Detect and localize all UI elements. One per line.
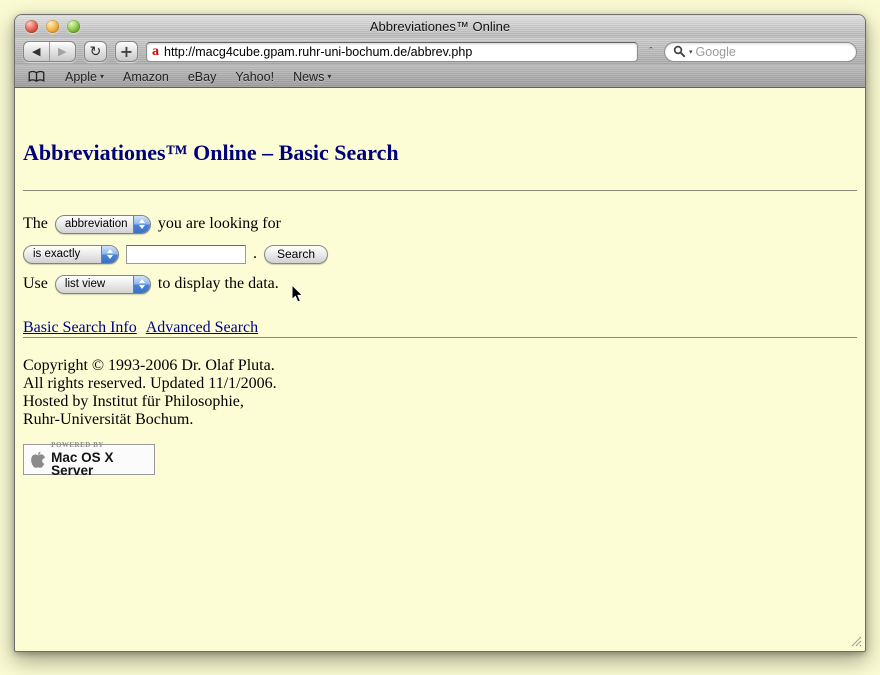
copyright-line: Ruhr-Universität Bochum. bbox=[23, 411, 857, 429]
field-select-value: abbreviation bbox=[65, 218, 131, 230]
url-text: http://macg4cube.gpam.ruhr-uni-bochum.de… bbox=[164, 45, 472, 59]
form-row-field: The abbreviation you are looking for bbox=[23, 214, 857, 234]
select-arrows-icon bbox=[133, 216, 150, 233]
add-bookmark-button[interactable]: + bbox=[115, 41, 138, 62]
bookmarks-bar: Apple▾ Amazon eBay Yahoo! News▾ bbox=[15, 66, 865, 88]
label-display-data: to display the data. bbox=[158, 275, 279, 293]
page-title: Abbreviationes™ Online – Basic Search bbox=[23, 140, 857, 166]
autofill-caret-icon[interactable]: ˆ bbox=[646, 46, 656, 58]
window-controls bbox=[25, 20, 80, 33]
divider bbox=[23, 190, 857, 191]
label-use: Use bbox=[23, 275, 48, 293]
bookmark-label: Amazon bbox=[123, 70, 169, 84]
site-favicon: a bbox=[152, 45, 159, 59]
label-looking-for: you are looking for bbox=[158, 215, 281, 233]
bookmark-label: Apple bbox=[65, 70, 97, 84]
period-text: . bbox=[253, 245, 257, 263]
view-select[interactable]: list view bbox=[55, 275, 151, 294]
reload-icon: ↻ bbox=[90, 44, 102, 60]
copyright-block: Copyright © 1993-2006 Dr. Olaf Pluta. Al… bbox=[23, 357, 857, 429]
forward-icon: ▶ bbox=[58, 45, 66, 58]
basic-search-info-link[interactable]: Basic Search Info bbox=[23, 319, 137, 337]
product-label: Mac OS X Server bbox=[51, 451, 154, 478]
form-row-query: is exactly . Search bbox=[23, 244, 857, 264]
forward-button[interactable]: ▶ bbox=[50, 42, 76, 61]
bookmark-ebay[interactable]: eBay bbox=[188, 70, 217, 84]
bookmark-label: Yahoo! bbox=[235, 70, 274, 84]
bookmark-apple[interactable]: Apple▾ bbox=[65, 70, 104, 84]
apple-logo-icon bbox=[30, 450, 46, 470]
browser-window: Abbreviationes™ Online ◀ ▶ ↻ + a http://… bbox=[14, 14, 866, 652]
search-term-input[interactable] bbox=[126, 245, 246, 264]
divider bbox=[23, 337, 857, 338]
operator-select-value: is exactly bbox=[33, 248, 99, 260]
resize-grip[interactable] bbox=[848, 633, 862, 647]
address-bar[interactable]: a http://macg4cube.gpam.ruhr-uni-bochum.… bbox=[146, 42, 638, 62]
google-search-field[interactable]: ▾ bbox=[664, 42, 857, 62]
field-select[interactable]: abbreviation bbox=[55, 215, 151, 234]
search-menu-arrow-icon[interactable]: ▾ bbox=[689, 48, 693, 56]
google-search-input[interactable] bbox=[696, 45, 848, 59]
bookmark-news[interactable]: News▾ bbox=[293, 70, 331, 84]
bookmark-label: News bbox=[293, 70, 324, 84]
close-button[interactable] bbox=[25, 20, 38, 33]
back-button[interactable]: ◀ bbox=[24, 42, 50, 61]
copyright-line: Copyright © 1993-2006 Dr. Olaf Pluta. bbox=[23, 357, 857, 375]
powered-by-badge[interactable]: POWERED BY Mac OS X Server bbox=[23, 444, 155, 475]
plus-icon: + bbox=[120, 42, 133, 61]
bookmark-label: eBay bbox=[188, 70, 217, 84]
links-row: Basic Search Info Advanced Search bbox=[23, 319, 857, 337]
form-row-view: Use list view to display the data. bbox=[23, 274, 857, 294]
minimize-button[interactable] bbox=[46, 20, 59, 33]
powered-by-label: POWERED BY bbox=[51, 442, 154, 449]
bookmark-amazon[interactable]: Amazon bbox=[123, 70, 169, 84]
select-arrows-icon bbox=[101, 246, 118, 263]
view-select-value: list view bbox=[65, 278, 131, 290]
copyright-line: Hosted by Institut für Philosophie, bbox=[23, 393, 857, 411]
operator-select[interactable]: is exactly bbox=[23, 245, 119, 264]
window-title: Abbreviationes™ Online bbox=[370, 19, 510, 34]
search-button[interactable]: Search bbox=[264, 245, 328, 264]
nav-buttons: ◀ ▶ bbox=[23, 41, 76, 62]
back-icon: ◀ bbox=[32, 45, 40, 58]
zoom-button[interactable] bbox=[67, 20, 80, 33]
chevron-down-icon: ▾ bbox=[100, 72, 104, 81]
reload-button[interactable]: ↻ bbox=[84, 41, 107, 62]
label-the: The bbox=[23, 215, 48, 233]
title-bar[interactable]: Abbreviationes™ Online bbox=[15, 15, 865, 38]
copyright-line: All rights reserved. Updated 11/1/2006. bbox=[23, 375, 857, 393]
select-arrows-icon bbox=[133, 276, 150, 293]
browser-toolbar: ◀ ▶ ↻ + a http://macg4cube.gpam.ruhr-uni… bbox=[15, 38, 865, 66]
page-content: Abbreviationes™ Online – Basic Search Th… bbox=[15, 88, 865, 650]
bookmark-yahoo[interactable]: Yahoo! bbox=[235, 70, 274, 84]
mouse-cursor bbox=[291, 284, 305, 304]
advanced-search-link[interactable]: Advanced Search bbox=[146, 319, 258, 337]
chevron-down-icon: ▾ bbox=[327, 72, 331, 81]
search-icon bbox=[673, 45, 686, 58]
bookmarks-book-icon[interactable] bbox=[27, 70, 46, 83]
